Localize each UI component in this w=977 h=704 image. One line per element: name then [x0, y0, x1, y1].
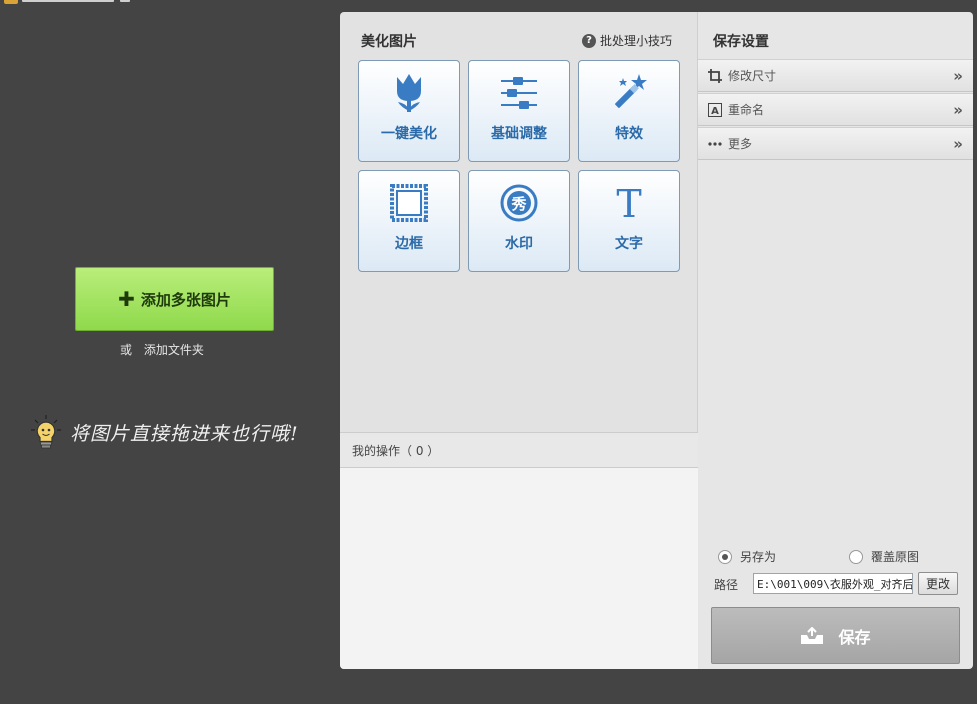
- chevron-double-right-icon: »: [953, 101, 963, 119]
- tool-label: 边框: [395, 236, 423, 252]
- save-tray-icon: [801, 626, 824, 644]
- tool-label: 特效: [615, 126, 643, 142]
- section-rename[interactable]: A 重命名 »: [698, 93, 973, 126]
- overwrite-radio[interactable]: 覆盖原图: [849, 548, 919, 565]
- sliders-icon: [497, 71, 541, 115]
- save-path-field[interactable]: E:\001\009\衣服外观_对齐后: [753, 573, 913, 594]
- plus-icon: ✚: [118, 287, 135, 311]
- my-operations-header: 我的操作（ 0 ）: [340, 432, 698, 468]
- save-as-radio[interactable]: 另存为: [718, 548, 776, 565]
- crop-icon: [708, 68, 722, 83]
- tool-basic-adjust[interactable]: 基础调整: [468, 60, 570, 162]
- add-folder-link[interactable]: 添加文件夹: [144, 343, 204, 357]
- my-operations-list: [340, 468, 698, 669]
- tool-label: 水印: [505, 236, 533, 252]
- beautify-title: 美化图片: [361, 34, 417, 50]
- lightbulb-icon: [31, 415, 61, 449]
- tool-effects[interactable]: 特效: [578, 60, 680, 162]
- save-settings-title: 保存设置: [713, 34, 769, 50]
- magic-wand-icon: [607, 71, 651, 115]
- watermark-seal-icon: 秀: [497, 181, 541, 225]
- save-as-label: 另存为: [740, 550, 777, 564]
- add-folder-line: 或 添加文件夹: [120, 341, 204, 358]
- rename-icon: A: [708, 102, 722, 117]
- more-icon: [708, 137, 722, 151]
- radio-unchecked-icon: [849, 549, 863, 564]
- help-icon: ?: [581, 33, 596, 48]
- svg-text:A: A: [711, 106, 719, 117]
- radio-checked-icon: [718, 549, 732, 564]
- save-button[interactable]: 保存: [711, 607, 960, 664]
- tool-label: 基础调整: [491, 126, 547, 142]
- add-images-label: 添加多张图片: [140, 290, 231, 309]
- tool-watermark[interactable]: 秀 水印: [468, 170, 570, 272]
- frame-icon: [387, 181, 431, 225]
- text-icon: T: [607, 181, 651, 225]
- save-settings-panel: 保存设置 修改尺寸 » A 重命名 » 更多 » 另存为 覆盖原图 路径 E:\…: [698, 12, 973, 669]
- section-label: 更多: [728, 137, 753, 151]
- beautify-panel: 美化图片 ? 批处理小技巧 一键美化 基础调整 特效 边框 秀 水印 T 文字 …: [340, 12, 698, 669]
- tool-one-click-beautify[interactable]: 一键美化: [358, 60, 460, 162]
- tool-label: 文字: [615, 236, 643, 252]
- beautify-header: 美化图片 ? 批处理小技巧: [340, 12, 698, 60]
- svg-text:秀: 秀: [510, 195, 527, 213]
- change-path-button[interactable]: 更改: [918, 572, 958, 595]
- section-more[interactable]: 更多 »: [698, 127, 973, 160]
- chevron-double-right-icon: »: [953, 67, 963, 85]
- chevron-double-right-icon: »: [953, 135, 963, 153]
- section-label: 修改尺寸: [728, 69, 777, 83]
- path-label: 路径: [714, 578, 739, 592]
- tulip-icon: [387, 71, 431, 115]
- my-operations-label: 我的操作（ 0 ）: [352, 443, 440, 458]
- tool-text[interactable]: T 文字: [578, 170, 680, 272]
- image-drop-area[interactable]: ✚ 添加多张图片 或 添加文件夹 将图片直接拖进来也行哦!: [0, 0, 340, 704]
- svg-text:T: T: [616, 183, 641, 223]
- batch-tips-link[interactable]: ? 批处理小技巧: [581, 32, 672, 49]
- batch-tips-label: 批处理小技巧: [599, 34, 672, 48]
- overwrite-label: 覆盖原图: [871, 550, 920, 564]
- add-images-button[interactable]: ✚ 添加多张图片: [75, 267, 274, 331]
- drag-hint-text: 将图片直接拖进来也行哦!: [70, 422, 299, 445]
- save-mode-group: 另存为 覆盖原图: [714, 547, 964, 565]
- drag-hint: 将图片直接拖进来也行哦!: [30, 414, 299, 450]
- section-label: 重命名: [728, 103, 765, 117]
- tool-border[interactable]: 边框: [358, 170, 460, 272]
- section-resize[interactable]: 修改尺寸 »: [698, 59, 973, 92]
- or-text: 或: [120, 343, 133, 357]
- tool-label: 一键美化: [381, 126, 437, 142]
- save-path-row: 路径 E:\001\009\衣服外观_对齐后 更改: [714, 572, 962, 596]
- save-label: 保存: [838, 627, 871, 647]
